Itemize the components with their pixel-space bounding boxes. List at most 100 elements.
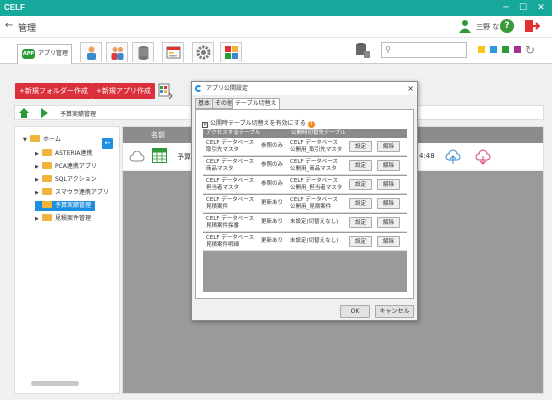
home-icon[interactable] bbox=[19, 108, 29, 118]
dialog-close-icon[interactable]: × bbox=[407, 82, 414, 95]
access-mode: 参照のみ bbox=[261, 162, 284, 168]
table-switch-grid: アクセスするテーブル 公開時切替先テーブル CELF データベース 取引先マスタ参… bbox=[203, 129, 407, 292]
maximize-icon[interactable]: ☐ bbox=[515, 0, 531, 16]
clear-button[interactable]: 解除 bbox=[377, 179, 400, 190]
close-icon[interactable]: ✕ bbox=[533, 0, 549, 16]
search-icon: ⚲ bbox=[385, 45, 391, 54]
app-title-bar: CELF bbox=[0, 0, 552, 16]
target-db: CELF データベース bbox=[290, 159, 339, 165]
tree-item-asteria[interactable]: ▶ ASTERIA連携 bbox=[35, 149, 92, 159]
updated-time: 4:48 bbox=[419, 152, 435, 160]
collapse-tree-button[interactable]: ← bbox=[102, 138, 113, 149]
folder-icon bbox=[42, 175, 52, 182]
database-list-icon[interactable] bbox=[354, 42, 370, 58]
expand-arrow-icon[interactable]: ▶ bbox=[35, 162, 42, 172]
table-row: CELF データベース 取引先マスタ 参照のみ CELF データベース 公開用_取引先マ… bbox=[203, 138, 407, 156]
cloud-upload-icon[interactable] bbox=[445, 149, 461, 165]
source-table: 見積案件 bbox=[206, 204, 229, 210]
col-source-table: アクセスするテーブル bbox=[206, 130, 261, 136]
tree-item-budget[interactable]: 予算実績管理 bbox=[35, 201, 96, 211]
table-switch-panel: × 公開時テーブル切替えを有効にする! アクセスするテーブル 公開時切替先テーブル… bbox=[195, 109, 414, 299]
ok-button[interactable]: OK bbox=[340, 305, 370, 318]
target-db: 未設定(切替えなし) bbox=[290, 219, 339, 225]
source-db: CELF データベース bbox=[206, 178, 255, 184]
cloud-download-icon[interactable] bbox=[475, 149, 491, 165]
breadcrumb-current[interactable]: 予算実績管理 bbox=[60, 109, 96, 118]
tab-app-management[interactable]: APP アプリ管理 bbox=[17, 44, 72, 64]
clear-button[interactable]: 解除 bbox=[377, 160, 400, 171]
clear-button[interactable]: 解除 bbox=[377, 217, 400, 228]
expand-arrow-icon[interactable]: ▶ bbox=[35, 188, 42, 198]
color-swatch-yellow[interactable] bbox=[478, 46, 485, 53]
cloud-icon bbox=[129, 151, 145, 162]
clear-button[interactable]: 解除 bbox=[377, 198, 400, 209]
clear-button[interactable]: 解除 bbox=[377, 236, 400, 247]
color-swatch-purple[interactable] bbox=[514, 46, 521, 53]
setting-button[interactable]: 設定 bbox=[349, 179, 372, 190]
setting-button[interactable]: 設定 bbox=[349, 198, 372, 209]
enable-table-switch-checkbox[interactable]: × 公開時テーブル切替えを有効にする! bbox=[202, 118, 315, 128]
target-db: CELF データベース bbox=[290, 178, 339, 184]
tab-app-label: アプリ管理 bbox=[38, 50, 69, 57]
tab-settings[interactable] bbox=[192, 42, 214, 62]
folder-icon bbox=[42, 149, 52, 156]
color-swatch-green[interactable] bbox=[502, 46, 509, 53]
setting-button[interactable]: 設定 bbox=[349, 160, 372, 171]
expand-arrow-icon[interactable]: ▶ bbox=[35, 175, 42, 185]
search-input[interactable]: ⚲ bbox=[381, 42, 467, 58]
tree-item-home[interactable]: ▼ ホーム bbox=[23, 135, 61, 145]
new-folder-button[interactable]: +新規フォルダー作成 bbox=[15, 83, 92, 99]
app-logo: CELF bbox=[4, 3, 25, 12]
gear-icon bbox=[196, 45, 211, 60]
checkbox-box[interactable]: × bbox=[202, 122, 208, 128]
target-table: 公開用_担当者マスタ bbox=[290, 185, 343, 191]
tab-form[interactable] bbox=[162, 42, 184, 62]
access-mode: 参照のみ bbox=[261, 143, 284, 149]
setting-button[interactable]: 設定 bbox=[349, 217, 372, 228]
minimize-icon[interactable]: ─ bbox=[498, 0, 514, 16]
app-name: 予算 bbox=[177, 153, 191, 161]
folder-tree: ▼ ホーム ▶ ASTERIA連携 ▶ PCA連携アプリ ▶ SQLアクション ▶ スマウ… bbox=[14, 126, 120, 394]
import-icon[interactable] bbox=[157, 83, 173, 99]
form-icon bbox=[166, 46, 181, 59]
tab-plugin[interactable] bbox=[220, 42, 242, 62]
tab-user[interactable] bbox=[80, 42, 102, 62]
expand-arrow-icon[interactable]: ▶ bbox=[35, 149, 42, 159]
expand-arrow-icon[interactable]: ▶ bbox=[35, 214, 42, 224]
expand-arrow-icon[interactable]: ▼ bbox=[23, 135, 30, 145]
table-row: CELF データベース 見積案件 更新あり CELF データベース 公開用_見積案件 設定… bbox=[203, 195, 407, 213]
celf-logo-icon bbox=[195, 85, 202, 92]
source-table: 商品マスタ bbox=[206, 166, 234, 172]
tree-scrollbar[interactable] bbox=[31, 381, 79, 386]
tab-basic[interactable]: 基本 bbox=[195, 98, 214, 109]
tree-item-label: 予算実績管理 bbox=[55, 202, 92, 209]
target-table: 公開用_取引先マスタ bbox=[290, 147, 343, 153]
play-icon[interactable] bbox=[41, 108, 48, 118]
spreadsheet-icon bbox=[152, 148, 167, 163]
tree-item-estimate[interactable]: ▶ 見積案件管理 bbox=[35, 214, 91, 224]
target-db: 未設定(切替えなし) bbox=[290, 238, 339, 244]
tree-item-sql[interactable]: ▶ SQLアクション bbox=[35, 175, 97, 185]
source-db: CELF データベース bbox=[206, 140, 255, 146]
setting-button[interactable]: 設定 bbox=[349, 236, 372, 247]
puzzle-icon bbox=[225, 46, 238, 59]
source-db: CELF データベース bbox=[206, 235, 255, 241]
back-arrow-icon[interactable]: ← bbox=[5, 20, 13, 31]
tree-item-label: ASTERIA連携 bbox=[55, 150, 93, 157]
app-logo-icon: APP bbox=[22, 49, 35, 59]
tree-item-smaura[interactable]: ▶ スマウラ連携アプリ bbox=[35, 188, 109, 198]
logout-icon[interactable] bbox=[524, 19, 540, 33]
tree-item-pca[interactable]: ▶ PCA連携アプリ bbox=[35, 162, 97, 172]
access-mode: 参照のみ bbox=[261, 181, 284, 187]
help-icon[interactable]: ? bbox=[500, 19, 514, 33]
refresh-icon[interactable]: ↻ bbox=[525, 43, 535, 57]
clear-button[interactable]: 解除 bbox=[377, 141, 400, 152]
new-app-button[interactable]: +新規アプリ作成 bbox=[92, 83, 155, 99]
color-swatch-blue[interactable] bbox=[490, 46, 497, 53]
setting-button[interactable]: 設定 bbox=[349, 141, 372, 152]
grid-header: アクセスするテーブル 公開時切替先テーブル bbox=[203, 129, 407, 138]
tab-group[interactable] bbox=[106, 42, 128, 62]
folder-icon bbox=[30, 135, 40, 142]
tab-database[interactable] bbox=[132, 42, 154, 62]
cancel-button[interactable]: キャンセル bbox=[375, 305, 414, 318]
